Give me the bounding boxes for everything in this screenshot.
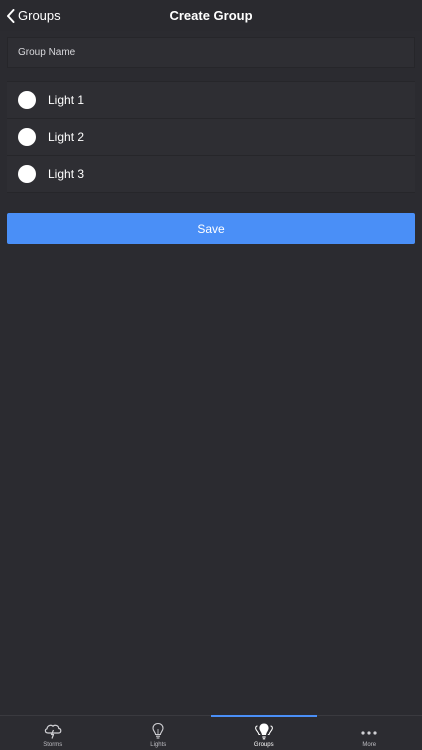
chevron-left-icon [7,8,15,23]
radio-button[interactable] [18,165,36,183]
tab-label: Groups [253,742,274,748]
back-button[interactable]: Groups [6,0,61,31]
tab-storms[interactable]: Storms [0,716,106,750]
tab-label: Storms [43,742,63,748]
light-list: Light 1 Light 2 Light 3 [7,81,415,193]
lightbulb-icon [152,722,164,739]
save-button[interactable]: Save [7,213,415,244]
tab-label: More [362,742,377,748]
light-label: Light 2 [48,130,85,144]
back-button-label: Groups [18,8,61,23]
light-row-2[interactable]: Light 2 [7,119,415,156]
tab-groups[interactable]: Groups [211,715,317,750]
light-row-3[interactable]: Light 3 [7,156,415,193]
group-name-field[interactable] [7,37,415,68]
group-name-input[interactable] [18,47,414,58]
light-row-1[interactable]: Light 1 [7,82,415,119]
storm-cloud-icon [44,724,62,739]
radio-button[interactable] [18,128,36,146]
tab-bar: Storms Lights Groups More [0,715,422,750]
more-dots-icon [361,731,377,735]
tab-lights[interactable]: Lights [106,716,212,750]
light-label: Light 1 [48,93,85,107]
radio-button[interactable] [18,91,36,109]
tab-label: Lights [150,742,167,748]
page-title: Create Group [169,8,253,23]
tab-more[interactable]: More [317,716,422,750]
navigation-bar: Groups Create Group [0,0,422,31]
groups-icon [254,723,273,740]
light-label: Light 3 [48,167,85,181]
